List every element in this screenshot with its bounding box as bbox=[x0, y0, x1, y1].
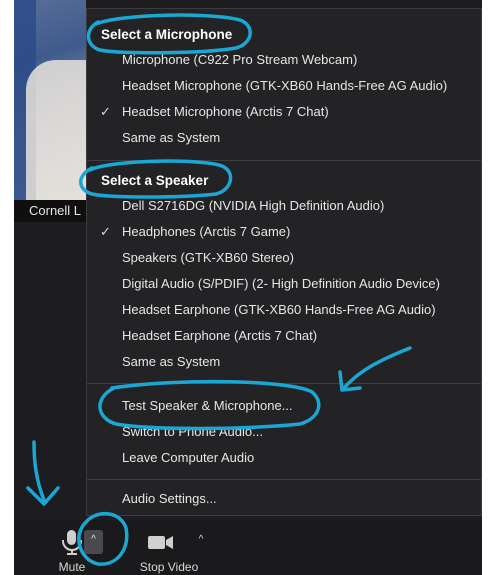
menu-item-speaker[interactable]: Headset Earphone (GTK-XB60 Hands-Free AG… bbox=[87, 297, 481, 323]
menu-divider bbox=[87, 383, 481, 384]
checkmark-icon: ✓ bbox=[100, 104, 111, 119]
menu-divider bbox=[87, 160, 481, 161]
chevron-up-icon[interactable]: ^ bbox=[194, 534, 208, 548]
microphone-section-heading: Select a Microphone bbox=[101, 27, 233, 42]
audio-options-menu: Select a Microphone Microphone (C922 Pro… bbox=[86, 8, 482, 516]
leave-computer-audio-item[interactable]: Leave Computer Audio bbox=[87, 445, 481, 471]
switch-to-phone-audio-item[interactable]: Switch to Phone Audio... bbox=[87, 419, 481, 445]
menu-item-speaker[interactable]: ✓ Headphones (Arctis 7 Game) bbox=[87, 219, 481, 245]
speaker-section-heading: Select a Speaker bbox=[101, 173, 209, 188]
participant-name: Cornell L bbox=[14, 200, 86, 222]
meeting-toolbar: Mute ^ Stop Video ^ bbox=[14, 520, 482, 575]
mute-label: Mute bbox=[58, 560, 86, 574]
menu-item-speaker[interactable]: Digital Audio (S/PDIF) (2- High Definiti… bbox=[87, 271, 481, 297]
audio-settings-item[interactable]: Audio Settings... bbox=[87, 486, 481, 512]
menu-item-microphone[interactable]: Same as System bbox=[87, 125, 481, 151]
test-speaker-microphone-item[interactable]: Test Speaker & Microphone... bbox=[87, 393, 481, 419]
menu-item-speaker[interactable]: Headset Earphone (Arctis 7 Chat) bbox=[87, 323, 481, 349]
chevron-up-icon: ^ bbox=[91, 534, 96, 545]
menu-item-microphone[interactable]: ✓ Headset Microphone (Arctis 7 Chat) bbox=[87, 99, 481, 125]
menu-divider bbox=[87, 479, 481, 480]
menu-item-microphone[interactable]: Microphone (C922 Pro Stream Webcam) bbox=[87, 47, 481, 73]
checkmark-icon: ✓ bbox=[100, 224, 111, 239]
audio-options-caret-button[interactable]: ^ bbox=[84, 530, 103, 554]
menu-item-speaker[interactable]: Same as System bbox=[87, 349, 481, 375]
menu-item-speaker[interactable]: Dell S2716DG (NVIDIA High Definition Aud… bbox=[87, 193, 481, 219]
stop-video-label: Stop Video bbox=[139, 560, 199, 574]
screenshot-frame: Cornell L Select a Microphone Microphone… bbox=[0, 0, 494, 575]
menu-item-speaker[interactable]: Speakers (GTK-XB60 Stereo) bbox=[87, 245, 481, 271]
menu-item-microphone[interactable]: Headset Microphone (GTK-XB60 Hands-Free … bbox=[87, 73, 481, 99]
participant-video-tile[interactable] bbox=[14, 0, 86, 222]
